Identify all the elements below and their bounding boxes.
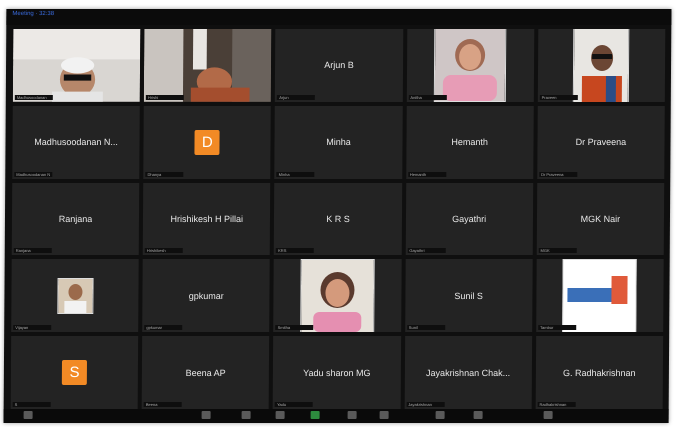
participant-tile[interactable]: Dr Praveena Dr Praveena: [537, 105, 665, 179]
participant-name: Ranjana: [58, 213, 93, 224]
participant-name: Dr Praveena: [575, 137, 627, 148]
participant-name: Minha: [326, 137, 351, 148]
participant-tile[interactable]: Sunil S Sunil: [404, 259, 533, 333]
participant-name-tag: Ranjana: [13, 248, 52, 254]
zoom-window: Meeting · 32:38 Madhusoodanan Hrishi Arj…: [3, 9, 672, 423]
avatar: D: [194, 129, 220, 155]
meeting-toolbar: [3, 409, 669, 423]
profile-picture: [562, 259, 638, 333]
participant-tile[interactable]: Beena AP Beena: [141, 336, 270, 409]
participant-name-tag: Arjun: [277, 94, 316, 100]
participant-tile[interactable]: K R S KRS: [274, 182, 402, 256]
window-title: Meeting · 32:38: [12, 11, 55, 17]
participant-tile[interactable]: Gayathri Gayathri: [405, 182, 534, 256]
share-screen-icon[interactable]: [347, 411, 357, 419]
mic-icon[interactable]: [23, 411, 33, 419]
participant-name: Hemanth: [451, 137, 489, 148]
participant-video: [433, 29, 507, 102]
participant-tile[interactable]: Arjun B Arjun: [275, 29, 403, 102]
video-tile[interactable]: Anitha: [406, 29, 535, 102]
participant-tile[interactable]: Ranjana Ranjana: [11, 182, 140, 256]
participant-tile[interactable]: Hemanth Hemanth: [405, 105, 534, 179]
participant-tile[interactable]: Vijayan: [11, 259, 139, 333]
participant-name-tag: MGK: [538, 248, 577, 254]
video-tile[interactable]: Madhusoodanan: [12, 29, 141, 102]
participant-name: Madhusoodanan N...: [34, 137, 118, 148]
avatar: S: [61, 360, 88, 386]
participant-name-tag: Tambur: [537, 325, 577, 331]
participant-name-tag: Madhusoodanan N: [14, 171, 53, 177]
participant-name-tag: Dr Praveena: [539, 171, 578, 177]
participant-name-tag: Anitha: [408, 94, 447, 100]
participant-tile[interactable]: Tambur: [535, 259, 664, 333]
participant-name-tag: Vijayan: [13, 325, 52, 331]
profile-picture: [56, 277, 94, 314]
participant-name-tag: Sunil: [406, 325, 445, 331]
participant-tile[interactable]: Madhusoodanan N... Madhusoodanan N: [12, 105, 140, 179]
video-tile[interactable]: Praveen: [537, 29, 666, 102]
chat-icon[interactable]: [310, 411, 320, 419]
participant-name-tag: Dhanya: [145, 171, 184, 177]
participants-icon[interactable]: [275, 411, 285, 419]
participant-video: [143, 29, 272, 102]
participant-name: Beena AP: [185, 367, 226, 378]
participant-name: gpkumar: [188, 290, 224, 301]
participant-name-tag: Hrishikesh: [144, 248, 183, 254]
participant-name-tag: S: [12, 402, 51, 407]
participant-name-tag: Yadu: [275, 402, 314, 407]
participant-name: G. Radhakrishnan: [562, 367, 636, 378]
video-tile[interactable]: Smitha: [273, 259, 402, 333]
gallery-grid: Madhusoodanan Hrishi Arjun B Arjun Anith…: [10, 29, 666, 409]
participant-tile[interactable]: MGK Nair MGK: [536, 182, 665, 256]
participant-name: MGK Nair: [580, 213, 621, 224]
participant-tile[interactable]: gpkumar gpkumar: [142, 259, 271, 333]
participant-video: [12, 29, 141, 102]
participant-tile[interactable]: D Dhanya: [143, 105, 272, 179]
participant-tile[interactable]: Hrishikesh H Pillai Hrishikesh: [142, 182, 271, 256]
participant-name: Arjun B: [324, 60, 354, 71]
participant-tile[interactable]: Yadu sharon MG Yadu: [273, 336, 401, 409]
participant-name: Sunil S: [454, 290, 483, 301]
participant-tile[interactable]: S S: [10, 336, 139, 409]
participant-name-tag: Praveen: [539, 94, 578, 100]
apps-icon[interactable]: [473, 411, 483, 419]
more-icon[interactable]: [543, 411, 553, 419]
participant-name: K R S: [326, 213, 350, 224]
participant-tile[interactable]: Minha Minha: [274, 105, 403, 179]
participant-name-tag: Beena: [143, 402, 182, 407]
participant-name-tag: Hemanth: [407, 171, 446, 177]
participant-video: [573, 29, 630, 102]
record-icon[interactable]: [379, 411, 389, 419]
participant-name-tag: Jayakrishnan: [406, 402, 445, 407]
participant-tile[interactable]: Jayakrishnan Chak... Jayakrishnan: [404, 336, 532, 409]
participant-name: Yadu sharon MG: [303, 367, 371, 378]
participant-video: [300, 259, 375, 333]
video-tile[interactable]: Hrishi: [143, 29, 272, 102]
participant-name-tag: Madhusoodanan: [14, 94, 53, 100]
security-icon[interactable]: [241, 411, 251, 419]
title-bar: Meeting · 32:38: [6, 9, 672, 25]
participant-name: Gayathri: [452, 213, 487, 224]
participant-name-tag: Minha: [276, 171, 315, 177]
participant-name: Jayakrishnan Chak...: [426, 367, 511, 378]
reactions-icon[interactable]: [435, 411, 445, 419]
video-icon[interactable]: [201, 411, 211, 419]
participant-tile[interactable]: G. Radhakrishnan Radhakrishnan: [535, 336, 664, 409]
participant-name-tag: Gayathri: [407, 248, 446, 254]
participant-name-tag: Radhakrishnan: [537, 402, 576, 407]
participant-name-tag: gpkumar: [144, 325, 183, 331]
participant-name-tag: Hrishi: [145, 94, 185, 100]
participant-name-tag: KRS: [276, 248, 315, 254]
participant-name-tag: Smitha: [275, 325, 314, 331]
participant-name: Hrishikesh H Pillai: [170, 213, 244, 224]
